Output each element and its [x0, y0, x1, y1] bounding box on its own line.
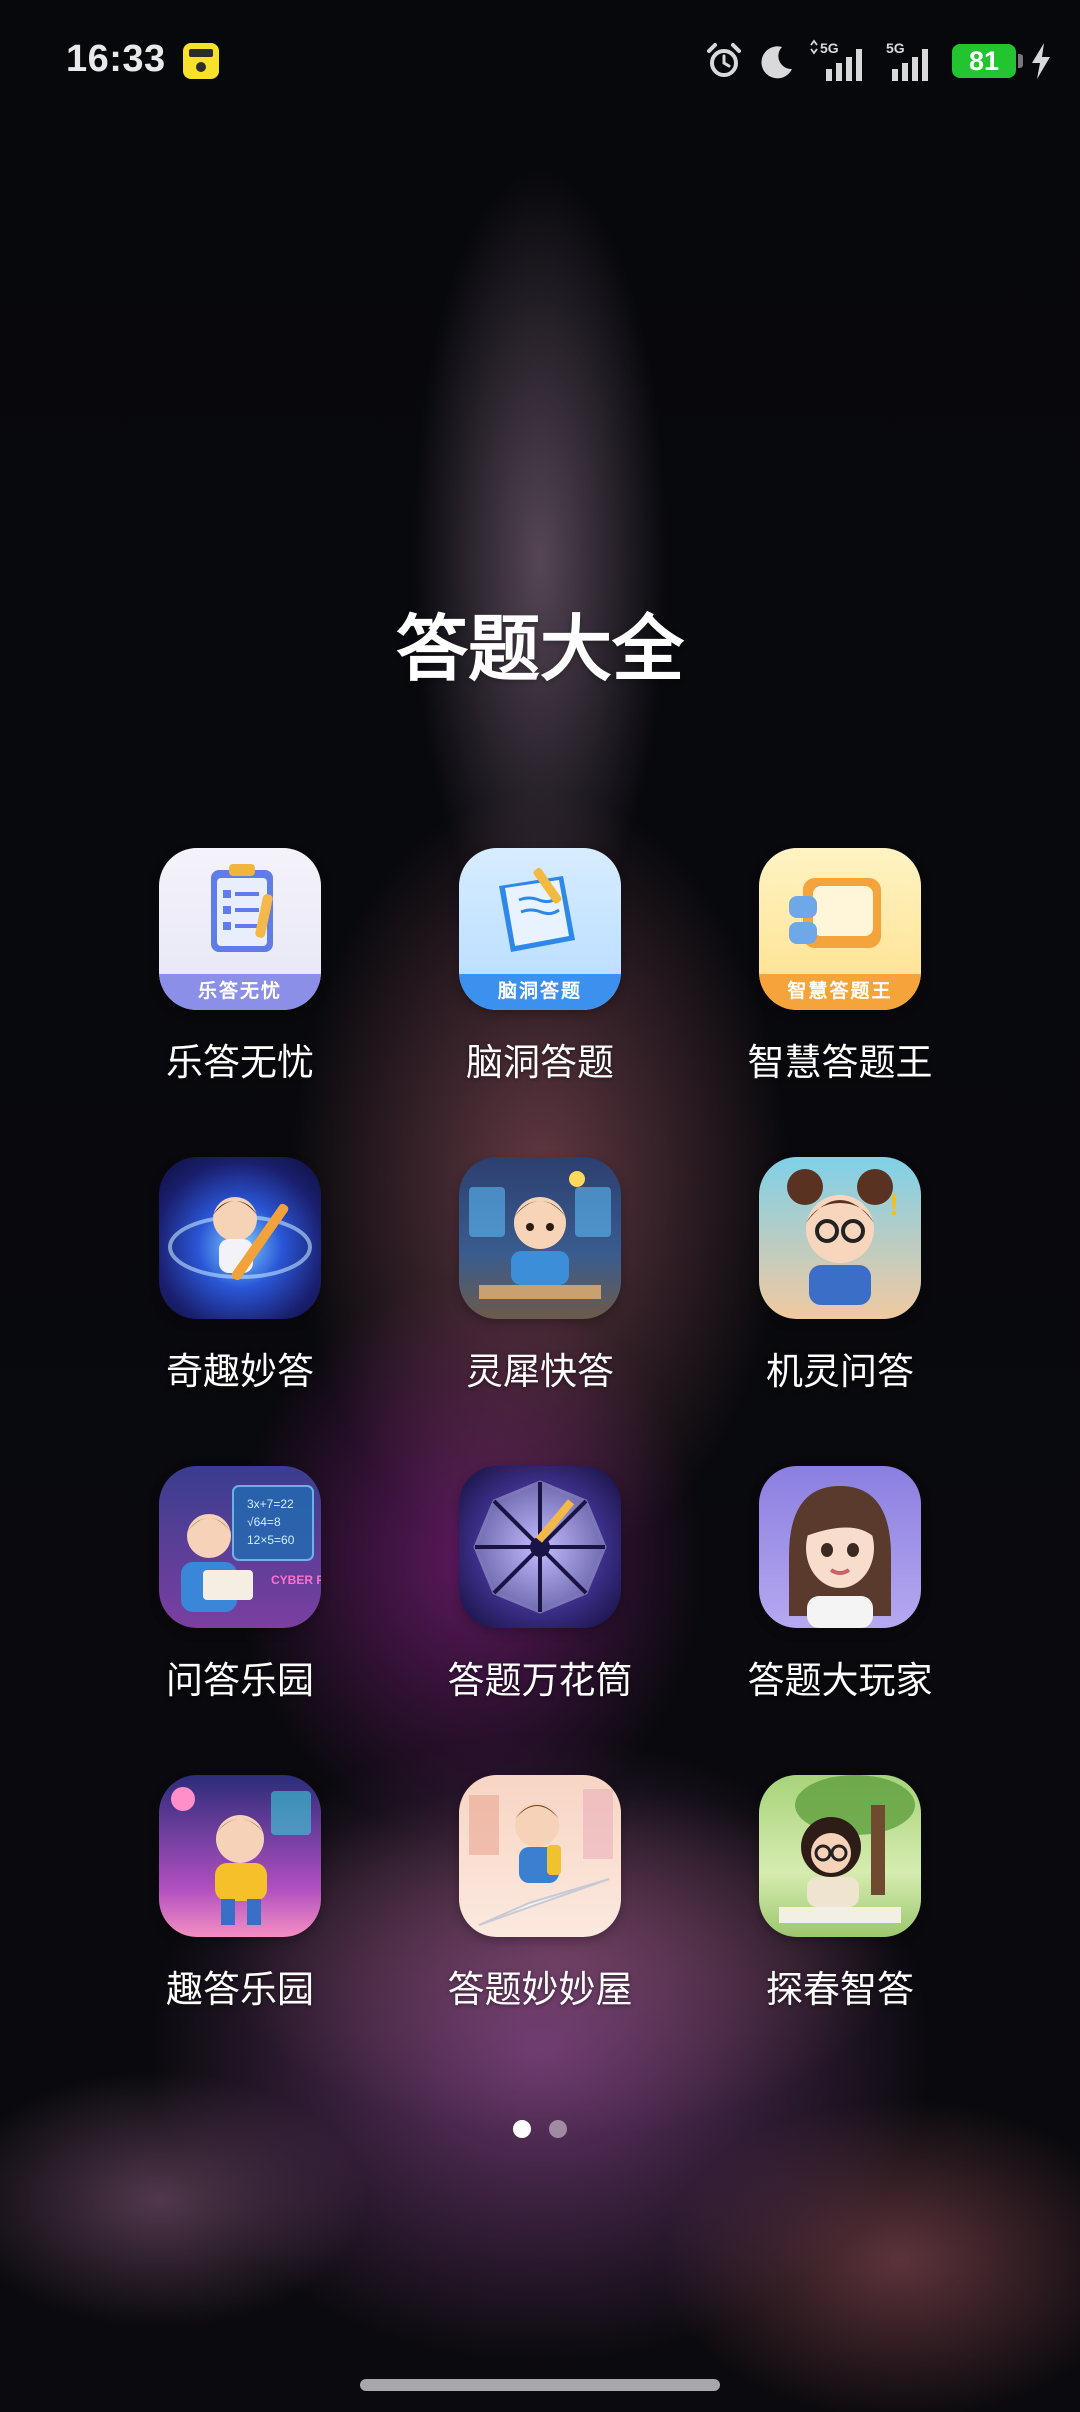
- do-not-disturb-moon-icon: [761, 46, 792, 79]
- app-label: 答题万花筒: [447, 1660, 633, 1701]
- girl-avatar-illustration: [789, 1486, 891, 1628]
- app-icon-wendaleyuan[interactable]: 3x+7=22 √64=8 12×5=60 CYBER FUN: [159, 1466, 321, 1628]
- alarm-icon: [707, 43, 741, 77]
- signal-5g-icon-1: 5G: [810, 39, 862, 81]
- page-dot-1[interactable]: [513, 2120, 531, 2138]
- app-icon-datimiaomiaowu[interactable]: [459, 1775, 621, 1937]
- app-label: 答题妙妙屋: [447, 1969, 633, 2010]
- book-pen-icon: [499, 867, 575, 952]
- app-icon-datiwanhuatong[interactable]: [459, 1466, 621, 1628]
- signal-label-1: 5G: [820, 40, 839, 56]
- app-datimiaomiaowu[interactable]: 答题妙妙屋: [405, 1775, 675, 2013]
- svg-text:!: !: [889, 1189, 899, 1222]
- app-label: 问答乐园: [166, 1660, 314, 1701]
- app-label: 趣答乐园: [166, 1969, 314, 2010]
- home-gesture-bar[interactable]: [360, 2379, 720, 2391]
- notification-app-icon: [183, 43, 219, 79]
- app-icon-qiqumiaoda[interactable]: [159, 1157, 321, 1319]
- app-icon-lingxikuaida[interactable]: [459, 1157, 621, 1319]
- status-icons: 5G 5G 81: [704, 36, 1054, 86]
- boy-with-math-board-illustration: 3x+7=22 √64=8 12×5=60 CYBER FUN: [181, 1485, 321, 1612]
- boy-at-amusement-park-illustration: [171, 1787, 311, 1925]
- signal-5g-icon-2: 5G: [886, 40, 928, 81]
- app-icon-naodongdati[interactable]: 脑洞答题: [459, 848, 621, 1010]
- app-icon-qudaleyuan[interactable]: [159, 1775, 321, 1937]
- app-icon-ledawuyou[interactable]: 乐答无忧: [159, 848, 321, 1010]
- app-label: 奇趣妙答: [166, 1351, 314, 1392]
- app-datiwanhuatong[interactable]: 答题万花筒: [405, 1466, 675, 1704]
- app-icon-zhihuidatiwang[interactable]: 智慧答题王: [759, 848, 921, 1010]
- app-datidawanjia[interactable]: 答题大玩家: [705, 1466, 975, 1704]
- app-label: 乐答无忧: [166, 1042, 314, 1083]
- app-jilingwenda[interactable]: ! 机灵问答: [705, 1157, 975, 1395]
- app-label: 机灵问答: [766, 1351, 914, 1392]
- boy-with-pencil-illustration: [168, 1197, 312, 1281]
- math-text-1: 3x+7=22: [247, 1497, 294, 1511]
- girl-under-tree-illustration: [779, 1775, 915, 1923]
- app-label: 脑洞答题: [466, 1042, 614, 1083]
- folder-title[interactable]: 答题大全: [0, 590, 1080, 695]
- battery-level: 81: [968, 46, 1000, 76]
- app-label: 探春智答: [766, 1969, 914, 2010]
- page-dot-2[interactable]: [549, 2120, 567, 2138]
- page-indicator[interactable]: [0, 2120, 1080, 2138]
- app-icon-jilingwenda[interactable]: !: [759, 1157, 921, 1319]
- app-icon-band-ledawuyou: 乐答无忧: [159, 974, 321, 1010]
- math-text-2: √64=8: [247, 1515, 281, 1529]
- battery-icon: 81: [952, 44, 1023, 78]
- boy-at-desk-illustration: [469, 1171, 611, 1299]
- girl-with-glasses-illustration: !: [787, 1169, 899, 1305]
- app-zhihuidatiwang[interactable]: 智慧答题王 智慧答题王: [705, 848, 975, 1086]
- app-icon-band-naodongdati: 脑洞答题: [459, 974, 621, 1010]
- app-tanchunzhida[interactable]: 探春智答: [705, 1775, 975, 2013]
- app-qiqumiaoda[interactable]: 奇趣妙答: [105, 1157, 375, 1395]
- app-naodongdati[interactable]: 脑洞答题 脑洞答题: [405, 848, 675, 1086]
- clipboard-icon: [211, 864, 273, 952]
- charging-bolt-icon: [1032, 43, 1050, 79]
- app-icon-band-zhihuidatiwang: 智慧答题王: [759, 974, 921, 1010]
- app-label: 答题大玩家: [747, 1660, 933, 1701]
- app-wendaleyuan[interactable]: 3x+7=22 √64=8 12×5=60 CYBER FUN 问答乐园: [105, 1466, 375, 1704]
- math-text-3: 12×5=60: [247, 1533, 295, 1547]
- app-label: 灵犀快答: [466, 1351, 614, 1392]
- app-ledawuyou[interactable]: 乐答无忧 乐答无忧: [105, 848, 375, 1086]
- boy-on-paper-plane-illustration: [469, 1789, 613, 1926]
- app-label: 智慧答题王: [747, 1042, 933, 1083]
- app-icon-tanchunzhida[interactable]: [759, 1775, 921, 1937]
- app-icon-datidawanjia[interactable]: [759, 1466, 921, 1628]
- status-bar: 16:33 5G 5G 81: [0, 0, 1080, 120]
- signal-label-2: 5G: [886, 40, 905, 56]
- kaleidoscope-icon: [473, 1480, 607, 1614]
- notebook-icon: [789, 878, 881, 948]
- app-lingxikuaida[interactable]: 灵犀快答: [405, 1157, 675, 1395]
- status-time: 16:33: [66, 38, 166, 80]
- math-text-4: CYBER FUN: [271, 1573, 321, 1587]
- app-qudaleyuan[interactable]: 趣答乐园: [105, 1775, 375, 2013]
